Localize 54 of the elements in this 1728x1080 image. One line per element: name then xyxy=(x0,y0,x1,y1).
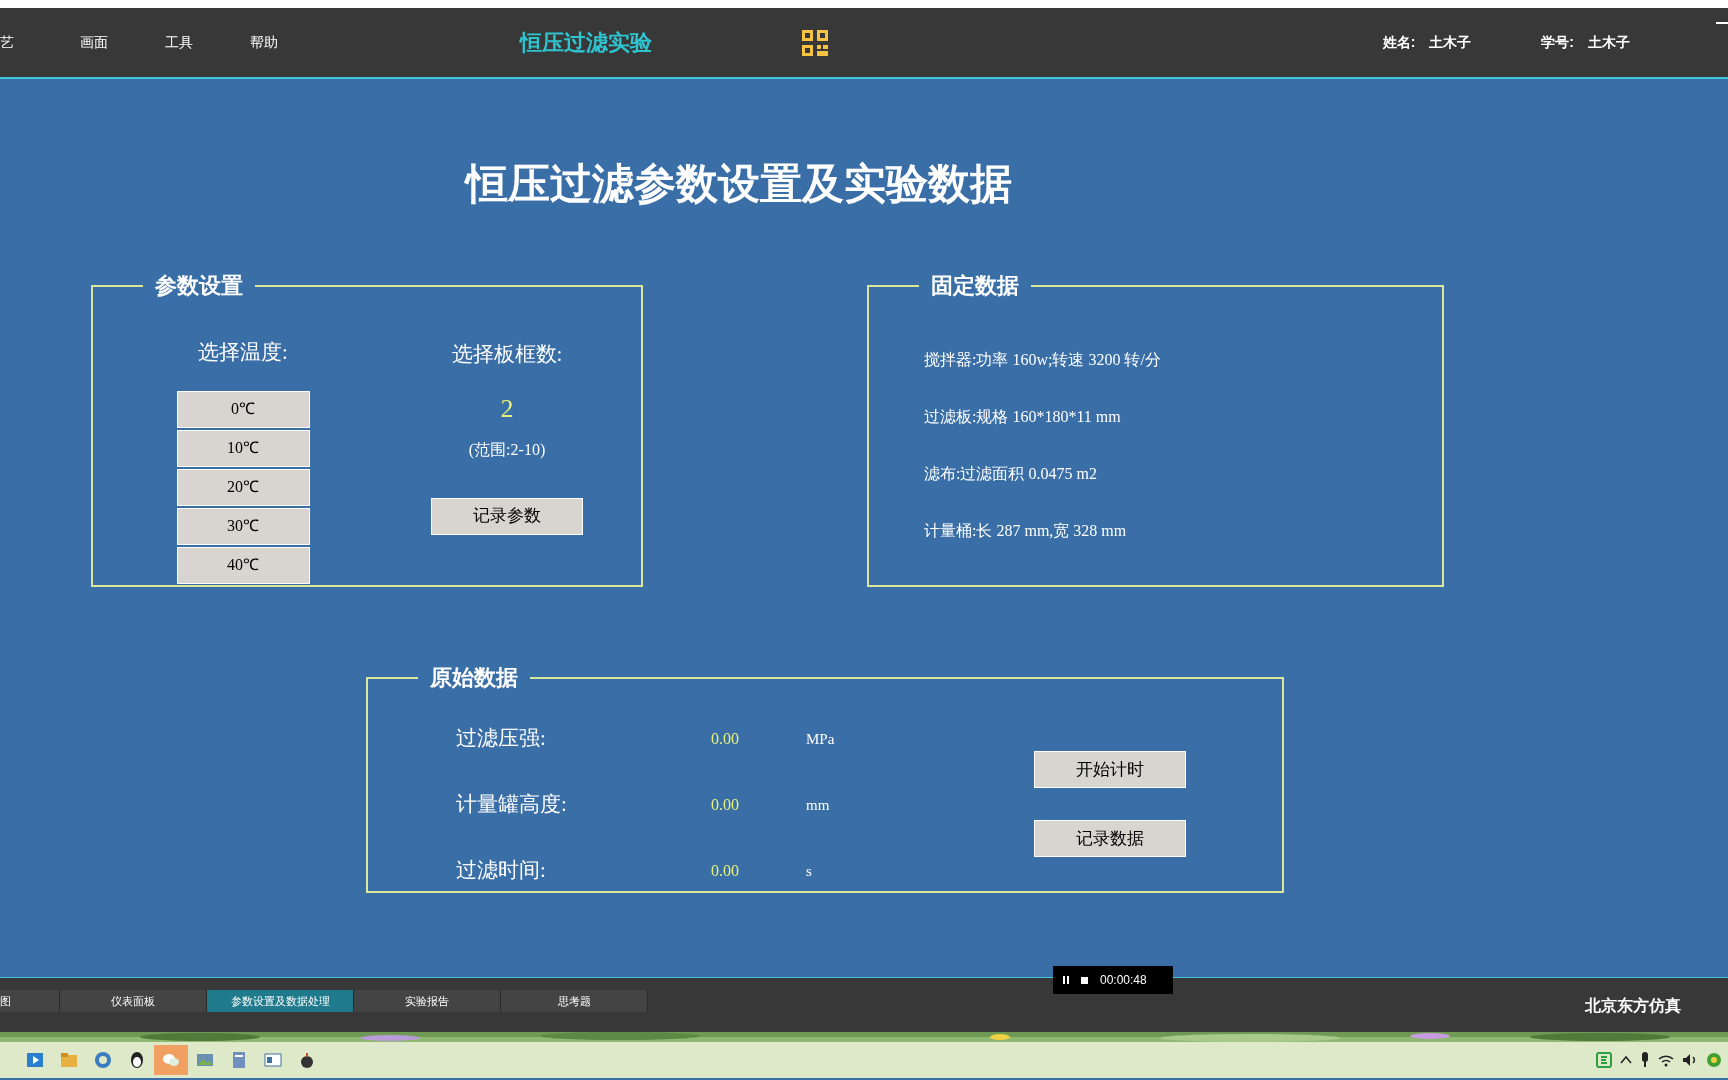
action-button[interactable]: 记录数据 xyxy=(1034,820,1187,857)
menu-item[interactable]: 画面 xyxy=(80,32,165,53)
fixed-data-line: 滤布:过滤面积 0.0475 m2 xyxy=(924,464,1098,484)
measurement-value: 0.00 xyxy=(711,795,740,815)
panel-title: 固定数据 xyxy=(930,275,1020,297)
qr-code-icon[interactable] xyxy=(802,29,828,56)
pause-icon[interactable] xyxy=(1063,976,1069,984)
elapsed-time: 00:00:48 xyxy=(1100,972,1147,989)
app-title: 恒压过滤实验 xyxy=(520,29,652,57)
fixed-data-line: 计量桶:长 287 mm,宽 328 mm xyxy=(924,521,1128,541)
measurement-value: 0.00 xyxy=(711,729,740,749)
measurement-unit: mm xyxy=(806,795,830,815)
measurement-value: 0.00 xyxy=(711,861,740,881)
temperature-option[interactable]: 10℃ xyxy=(176,429,310,467)
temperature-option[interactable]: 20℃ xyxy=(176,468,310,506)
bottom-tab[interactable]: 思考题 xyxy=(501,990,648,1012)
menu-item[interactable]: 帮助 xyxy=(250,32,335,53)
bottom-tab[interactable]: 实验报告 xyxy=(354,990,501,1012)
panel-title: 原始数据 xyxy=(429,667,519,689)
fixed-data-line: 搅拌器:功率 160w;转速 3200 转/分 xyxy=(924,350,1162,370)
menu-item[interactable]: 工具 xyxy=(165,32,250,53)
microphone-icon[interactable] xyxy=(1640,1052,1650,1068)
student-id-label: 学号: xyxy=(1541,33,1574,52)
temperature-option[interactable]: 30℃ xyxy=(176,507,310,545)
student-id-value: 土木子 xyxy=(1588,33,1630,52)
stop-icon[interactable] xyxy=(1081,976,1088,984)
action-button[interactable]: 开始计时 xyxy=(1034,751,1187,788)
speaker-icon[interactable] xyxy=(1682,1053,1698,1067)
record-params-button[interactable]: 记录参数 xyxy=(431,497,583,535)
measurement-label: 过滤压强: xyxy=(456,725,547,753)
plate-count-label: 选择板框数: xyxy=(451,341,563,368)
plate-count-value: 2 xyxy=(500,392,514,425)
chevron-up-icon[interactable] xyxy=(1620,1055,1632,1065)
brand-name: 北京东方仿真 xyxy=(1585,996,1681,1016)
status-icon[interactable] xyxy=(1706,1052,1722,1068)
fixed-data-line: 过滤板:规格 160*180*11 mm xyxy=(924,407,1122,427)
temperature-option[interactable]: 0℃ xyxy=(176,390,310,428)
name-value: 土木子 xyxy=(1429,33,1472,52)
bottom-tab[interactable]: 仪表面板 xyxy=(60,990,207,1012)
temperature-label: 选择温度: xyxy=(198,339,288,366)
bottom-tab[interactable]: 参数设置及数据处理 xyxy=(207,990,354,1012)
measurement-unit: s xyxy=(806,861,812,881)
measurement-label: 计量罐高度: xyxy=(456,791,568,819)
input-method-icon[interactable] xyxy=(1596,1052,1612,1068)
bottom-tab[interactable]: 图 xyxy=(0,990,60,1012)
range-hint: (范围:2-10) xyxy=(468,439,546,461)
temperature-option[interactable]: 40℃ xyxy=(176,546,310,584)
measurement-unit: MPa xyxy=(806,729,835,749)
page-title: 恒压过滤参数设置及实验数据 xyxy=(466,163,1012,205)
wifi-icon[interactable] xyxy=(1658,1053,1674,1067)
panel-title: 参数设置 xyxy=(154,275,244,297)
menu-item[interactable]: 艺 xyxy=(0,32,80,53)
measurement-label: 过滤时间: xyxy=(456,857,547,885)
name-label: 姓名: xyxy=(1382,33,1416,52)
